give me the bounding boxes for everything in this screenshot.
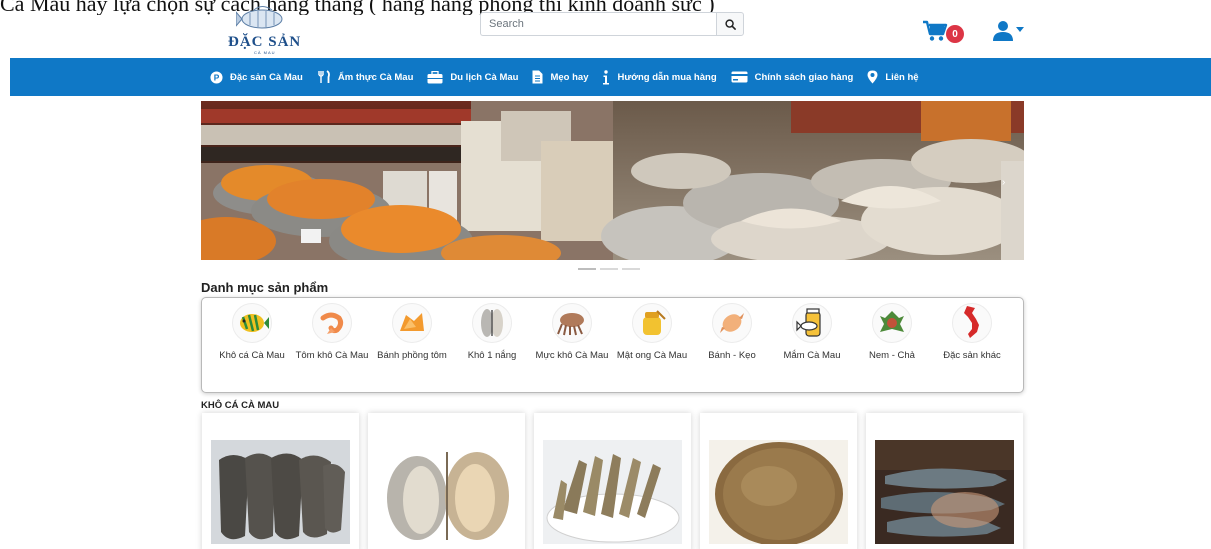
product-image: [709, 440, 848, 544]
category-nem-cha[interactable]: Nem - Chả: [854, 303, 930, 362]
category-mam[interactable]: Mắm Cà Mau: [774, 303, 850, 362]
map-marker-icon: [867, 70, 878, 84]
logo-text: ĐẶC SẢN: [228, 34, 302, 50]
fish-jar-icon: [792, 303, 832, 343]
product-image: [211, 440, 350, 544]
category-label: Đặc sản khác: [943, 350, 1001, 361]
carousel-dot[interactable]: [600, 268, 618, 270]
category-label: Khô cá Cà Mau: [219, 350, 285, 361]
banner-image: ›: [201, 101, 1024, 260]
carousel-indicators: [578, 268, 648, 272]
search-bar: [480, 12, 744, 36]
utensils-icon: [318, 70, 330, 83]
category-mat-ong[interactable]: Mật ong Cà Mau: [614, 303, 690, 362]
nav-label: Đặc sản Cà Mau: [230, 71, 303, 83]
nav-meo-hay[interactable]: Mẹo hay: [532, 70, 588, 84]
category-kho-ca[interactable]: Khô cá Cà Mau: [214, 303, 290, 362]
fish-icon: [232, 303, 272, 343]
product-image: [543, 440, 682, 544]
nav-du-lich-ca-mau[interactable]: Du lịch Cà Mau: [427, 70, 519, 84]
honey-icon: [632, 303, 672, 343]
cart-button[interactable]: 0: [922, 20, 966, 46]
category-kho-1-nang[interactable]: Khô 1 nắng: [454, 303, 530, 362]
cart-count-badge: 0: [946, 25, 964, 43]
search-input[interactable]: [480, 12, 716, 36]
logo-fish-icon: [236, 6, 283, 29]
candy-icon: [712, 303, 752, 343]
site-header: ĐẶC SẢN CÀ MAU 0: [0, 0, 1211, 58]
category-banh-phong-tom[interactable]: Bánh phồng tôm: [374, 303, 450, 362]
category-label: Mắm Cà Mau: [783, 350, 841, 361]
search-button[interactable]: [716, 12, 744, 36]
category-label: Mật ong Cà Mau: [616, 350, 688, 361]
category-label: Bánh - Kẹo: [708, 350, 756, 361]
categories-heading: Danh mục sản phẩm: [201, 280, 329, 295]
credit-card-icon: [731, 71, 748, 83]
nav-label: Liên hệ: [885, 71, 919, 83]
site-logo[interactable]: ĐẶC SẢN CÀ MAU: [218, 4, 310, 55]
category-label: Tôm khô Cà Mau: [295, 350, 369, 361]
product-card[interactable]: [368, 413, 525, 549]
vietnam-map-icon: [952, 303, 992, 343]
hero-carousel[interactable]: ›: [201, 101, 1024, 260]
category-dac-san-khac[interactable]: Đặc sản khác: [934, 303, 1010, 362]
nem-icon: [872, 303, 912, 343]
category-label: Bánh phồng tôm: [377, 350, 447, 361]
nav-chinh-sach-giao-hang[interactable]: Chính sách giao hàng: [731, 71, 854, 83]
nav-am-thuc-ca-mau[interactable]: Ẩm thực Cà Mau: [317, 70, 414, 84]
main-nav: P Đặc sản Cà Mau Ẩm thực Cà Mau Du lịch …: [10, 58, 1211, 96]
nav-label: Du lịch Cà Mau: [450, 71, 519, 83]
product-image: [377, 440, 516, 544]
svg-text:P: P: [214, 72, 220, 82]
search-icon: [724, 18, 736, 30]
nav-label: Mẹo hay: [550, 71, 589, 83]
product-image: [875, 440, 1014, 544]
nav-huong-dan-mua-hang[interactable]: Hướng dẫn mua hàng: [602, 69, 717, 85]
category-label: Khô 1 nắng: [467, 350, 517, 361]
logo-subtext: CÀ MAU: [254, 50, 276, 55]
nav-label: Hướng dẫn mua hàng: [617, 71, 717, 83]
products-heading: KHÔ CÁ CÀ MAU: [201, 400, 280, 411]
carousel-dot[interactable]: [578, 268, 596, 270]
category-tom-kho[interactable]: Tôm khô Cà Mau: [294, 303, 370, 362]
user-dropdown-icon: [993, 21, 1024, 41]
nav-label: Chính sách giao hàng: [754, 71, 854, 83]
nav-dac-san-ca-mau[interactable]: P Đặc sản Cà Mau: [210, 70, 303, 84]
product-circle-icon: P: [210, 70, 223, 84]
dried-squid-icon: [552, 303, 592, 343]
info-icon: [603, 69, 610, 84]
category-muc-kho[interactable]: Mực khô Cà Mau: [534, 303, 610, 362]
categories-panel: Khô cá Cà Mau Tôm khô Cà Mau Bánh phồng …: [201, 297, 1024, 393]
product-card[interactable]: [534, 413, 691, 549]
dried-fish-icon: [472, 303, 512, 343]
carousel-dot[interactable]: [622, 268, 640, 270]
user-menu-button[interactable]: [991, 20, 1029, 44]
category-banh-keo[interactable]: Bánh - Kẹo: [694, 303, 770, 362]
shrimp-icon: [312, 303, 352, 343]
shrimp-cracker-icon: [392, 303, 432, 343]
product-card[interactable]: [700, 413, 857, 549]
product-card[interactable]: [866, 413, 1023, 549]
document-icon: [532, 70, 543, 84]
nav-lien-he[interactable]: Liên hệ: [867, 70, 919, 84]
carousel-next-icon[interactable]: ›: [1002, 177, 1005, 188]
category-label: Nem - Chả: [869, 350, 915, 361]
cart-icon: [923, 20, 948, 41]
nav-label: Ẩm thực Cà Mau: [337, 71, 414, 83]
category-label: Mực khô Cà Mau: [535, 350, 609, 361]
suitcase-icon: [427, 70, 443, 83]
product-card[interactable]: [202, 413, 359, 549]
